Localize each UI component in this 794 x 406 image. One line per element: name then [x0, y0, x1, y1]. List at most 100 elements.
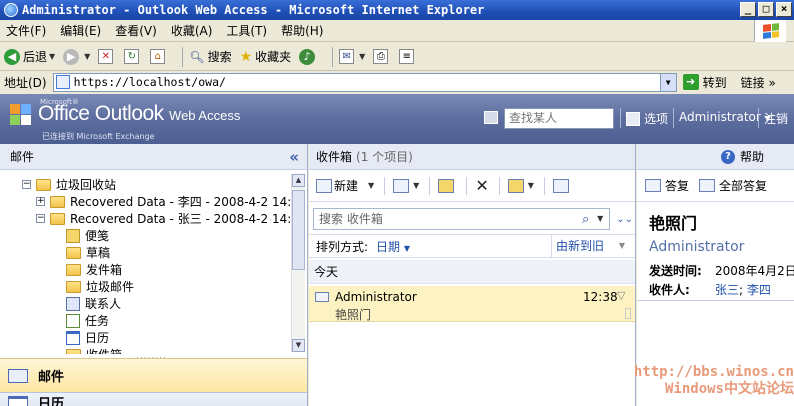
- go-button[interactable]: ➜ 转到: [682, 74, 727, 91]
- stop-button[interactable]: ✕: [98, 49, 116, 64]
- menu-help[interactable]: 帮助(H): [281, 22, 323, 39]
- stop-icon: ✕: [98, 49, 114, 64]
- delete-button[interactable]: ✕: [475, 176, 488, 195]
- navigation-pane: 邮件 « − 垃圾回收站 + Recovered Data - 李四 - 200…: [0, 144, 308, 406]
- folder-label: 垃圾邮件: [86, 280, 135, 294]
- reply-all-label: 全部答复: [719, 179, 768, 193]
- find-someone-input[interactable]: 查找某人: [504, 108, 614, 129]
- logoff-button[interactable]: 注销: [764, 110, 788, 127]
- collapse-icon[interactable]: −: [36, 214, 45, 223]
- chevron-down-icon[interactable]: ▼: [619, 235, 625, 257]
- folder-drafts[interactable]: 草稿: [66, 244, 110, 261]
- expand-icon[interactable]: +: [36, 197, 45, 206]
- address-input[interactable]: https://localhost/owa/ ▼: [52, 72, 677, 92]
- address-book-icon[interactable]: [484, 111, 498, 124]
- recipient-separator: ;: [739, 283, 744, 297]
- minimize-button[interactable]: _: [740, 2, 756, 17]
- message-list-toolbar: 新建 ▼ ▼ ✕ ▼: [309, 170, 635, 202]
- folder-junk[interactable]: 垃圾邮件: [66, 278, 134, 295]
- options-button[interactable]: 选项: [626, 110, 668, 127]
- favorites-button[interactable]: ★ 收藏夹: [240, 48, 292, 65]
- folder-contacts[interactable]: 联系人: [66, 295, 121, 312]
- page-icon: [55, 75, 70, 89]
- print-button[interactable]: ⎙: [373, 49, 391, 64]
- folder-notes[interactable]: 便笺: [66, 227, 109, 244]
- folder-tree: − 垃圾回收站 + Recovered Data - 李四 - 2008-4-2…: [0, 170, 290, 354]
- new-button[interactable]: 新建 ▼: [316, 177, 374, 194]
- message-subject: 艳照门: [335, 308, 372, 322]
- chevron-down-icon[interactable]: ▼: [659, 73, 676, 91]
- recipient-link[interactable]: 李四: [747, 283, 771, 297]
- reply-label: 答复: [665, 179, 690, 193]
- folder-icon: [50, 212, 65, 225]
- toolbar-divider: [182, 46, 184, 67]
- reading-pane-header: ? 帮助: [637, 144, 794, 170]
- scroll-thumb[interactable]: [292, 190, 305, 270]
- collapse-pane-icon[interactable]: «: [289, 148, 299, 166]
- reply-button[interactable]: 答复: [645, 177, 689, 194]
- folder-label: 任务: [85, 314, 110, 328]
- menu-view[interactable]: 查看(V): [115, 22, 157, 39]
- forward-button[interactable]: ▶ ▼: [63, 48, 90, 65]
- options-icon: [626, 111, 640, 126]
- folder-icon: [36, 178, 51, 191]
- recipient-link[interactable]: 张三: [715, 283, 739, 297]
- search-icon[interactable]: ⌕: [582, 210, 589, 230]
- flag-icon[interactable]: ▽: [617, 289, 625, 302]
- folder-tree-scrollbar[interactable]: ▲ ▼: [291, 174, 305, 352]
- sort-order-button[interactable]: 由新到旧: [551, 235, 604, 257]
- folder-label: 垃圾回收站: [56, 178, 117, 192]
- expand-search-icon[interactable]: ⌄⌄: [616, 214, 633, 225]
- home-button[interactable]: ⌂: [150, 49, 168, 64]
- toolbar-divider: [498, 176, 500, 195]
- new-message-icon: [316, 178, 332, 193]
- media-button[interactable]: ♪: [299, 48, 318, 65]
- scroll-down-icon[interactable]: ▼: [292, 339, 305, 352]
- reply-all-button[interactable]: 全部答复: [699, 177, 767, 194]
- contacts-icon: [66, 296, 80, 311]
- menu-edit[interactable]: 编辑(E): [60, 22, 101, 39]
- refresh-icon: ↻: [124, 49, 140, 64]
- close-button[interactable]: ×: [776, 2, 792, 17]
- menu-favorites[interactable]: 收藏(A): [171, 22, 213, 39]
- toolbar-divider: [543, 176, 545, 195]
- search-button[interactable]: 🔍︎ 搜索: [189, 48, 231, 65]
- mail-button[interactable]: ✉ ▼: [339, 49, 365, 64]
- folder-recovered-zhangsan[interactable]: − Recovered Data - 张三 - 2008-4-2 14:10:5…: [36, 210, 290, 227]
- edit-button[interactable]: ≡: [399, 49, 417, 64]
- move-folder-icon: [438, 178, 455, 193]
- folder-label: Recovered Data - 张三 - 2008-4-2 14:10:52: [70, 212, 290, 226]
- maximize-button[interactable]: □: [758, 2, 774, 17]
- folder-tasks[interactable]: 任务: [66, 312, 109, 329]
- nav-button-mail[interactable]: 邮件: [0, 358, 307, 392]
- search-inbox-input[interactable]: 搜索 收件箱 ⌕ ▼: [313, 208, 611, 230]
- help-icon[interactable]: ?: [720, 149, 735, 164]
- reading-pane-button[interactable]: [552, 178, 571, 193]
- view-button[interactable]: ▼: [393, 178, 419, 193]
- mail-icon: ✉: [339, 49, 355, 64]
- folder-inbox[interactable]: 收件箱: [66, 346, 122, 354]
- refresh-button[interactable]: ↻: [124, 49, 142, 64]
- links-button[interactable]: 链接 »: [741, 74, 776, 91]
- nav-button-calendar[interactable]: 日历: [0, 392, 307, 406]
- folder-recovered-lisi[interactable]: + Recovered Data - 李四 - 2008-4-2 14:10:5…: [36, 193, 290, 210]
- help-link[interactable]: 帮助: [740, 148, 764, 165]
- back-button[interactable]: ◀ 后退 ▼: [4, 48, 55, 65]
- menu-tools[interactable]: 工具(T): [226, 22, 267, 39]
- folder-outbox[interactable]: 发件箱: [66, 261, 122, 278]
- message-row[interactable]: Administrator 12:38 ▽ 艳照门: [309, 286, 635, 322]
- nav-pane-header: 邮件 «: [0, 144, 307, 170]
- office-logo-icon: [10, 104, 34, 128]
- menu-file[interactable]: 文件(F): [6, 22, 46, 39]
- collapse-icon[interactable]: −: [22, 180, 31, 189]
- sort-by-dropdown[interactable]: 日期 ▼: [376, 238, 410, 255]
- ie-icon: [4, 3, 18, 17]
- move-to-folder-button[interactable]: [438, 178, 456, 193]
- category-box[interactable]: [625, 308, 631, 319]
- check-messages-button[interactable]: ▼: [507, 178, 534, 193]
- folder-calendar[interactable]: 日历: [66, 329, 109, 346]
- folder-deleted-items[interactable]: − 垃圾回收站: [22, 176, 116, 193]
- chevron-down-icon[interactable]: ▼: [597, 209, 603, 229]
- scroll-up-icon[interactable]: ▲: [292, 174, 305, 187]
- menu-bar: 文件(F) 编辑(E) 查看(V) 收藏(A) 工具(T) 帮助(H): [0, 20, 794, 42]
